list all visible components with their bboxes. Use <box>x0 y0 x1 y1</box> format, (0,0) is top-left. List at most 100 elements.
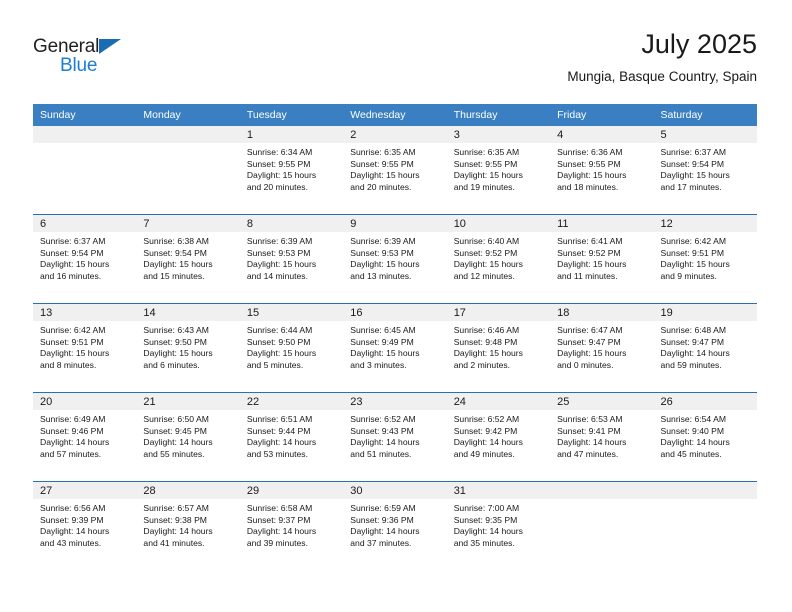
calendar-day-cell[interactable]: 25 Sunrise: 6:53 AM Sunset: 9:41 PM Dayligh… <box>550 392 654 482</box>
day-cell-inner: 26 Sunrise: 6:54 AM Sunset: 9:40 PM Dayligh… <box>653 393 757 481</box>
sunrise-text: Sunrise: 6:42 AM <box>40 325 106 335</box>
calendar-day-cell[interactable]: 18 Sunrise: 6:47 AM Sunset: 9:47 PM Dayligh… <box>550 303 654 393</box>
sunset-text: Sunset: 9:55 PM <box>246 158 311 169</box>
sunset-text: Sunset: 9:41 PM <box>557 425 621 436</box>
daylight-text-line1: Daylight: 15 hours <box>246 348 317 359</box>
day-details: Sunrise: 6:35 AM Sunset: 9:55 PM Daylight:… <box>447 143 550 193</box>
sunrise-text: Sunrise: 6:56 AM <box>40 503 106 513</box>
weekday-header-friday: Friday <box>550 104 654 126</box>
calendar-day-cell[interactable]: 29 Sunrise: 6:58 AM Sunset: 9:37 PM Dayligh… <box>239 481 344 570</box>
daylight-text-line2: and 20 minutes. <box>246 181 308 192</box>
daylight-text-line2: and 11 minutes. <box>557 270 618 281</box>
daylight-text-line1: Daylight: 14 hours <box>246 437 317 448</box>
calendar-day-cell[interactable]: 16 Sunrise: 6:45 AM Sunset: 9:49 PM Dayligh… <box>343 303 447 393</box>
daylight-text-line2: and 9 minutes. <box>660 270 717 281</box>
day-number <box>136 126 239 128</box>
day-number: 9 <box>350 218 357 230</box>
sunset-text: Sunset: 9:46 PM <box>40 425 104 436</box>
sunrise-text: Sunrise: 6:35 AM <box>453 147 520 157</box>
day-details: Sunrise: 6:57 AM Sunset: 9:38 PM Daylight:… <box>136 499 239 549</box>
title-block: July 2025 Mungia, Basque Country, Spain <box>567 28 757 85</box>
page-title: July 2025 <box>641 29 757 59</box>
calendar-day-cell[interactable]: 10 Sunrise: 6:40 AM Sunset: 9:52 PM Dayligh… <box>446 214 551 304</box>
calendar-day-cell[interactable]: 6 Sunrise: 6:37 AM Sunset: 9:54 PM Daylight… <box>33 214 137 304</box>
calendar-week-row: 6 Sunrise: 6:37 AM Sunset: 9:54 PM Daylight… <box>33 214 757 304</box>
day-cell-inner: 22 Sunrise: 6:51 AM Sunset: 9:44 PM Dayligh… <box>239 393 344 481</box>
calendar-day-cell[interactable]: 27 Sunrise: 6:56 AM Sunset: 9:39 PM Dayligh… <box>33 481 137 570</box>
sunrise-text: Sunrise: 6:45 AM <box>350 325 416 335</box>
daylight-text-line2: and 55 minutes. <box>143 448 205 459</box>
calendar-day-cell[interactable]: 26 Sunrise: 6:54 AM Sunset: 9:40 PM Dayligh… <box>653 392 757 482</box>
calendar-day-cell[interactable]: 9 Sunrise: 6:39 AM Sunset: 9:53 PM Daylight… <box>343 214 447 304</box>
sunrise-text: Sunrise: 6:53 AM <box>557 414 623 424</box>
calendar-day-cell[interactable]: 12 Sunrise: 6:42 AM Sunset: 9:51 PM Dayligh… <box>653 214 757 304</box>
day-number: 22 <box>246 396 260 408</box>
day-details: Sunrise: 6:38 AM Sunset: 9:54 PM Daylight:… <box>136 232 239 282</box>
calendar-day-cell[interactable]: 11 Sunrise: 6:41 AM Sunset: 9:52 PM Dayligh… <box>550 214 654 304</box>
logo-triangle-icon <box>99 39 121 54</box>
day-number: 20 <box>40 396 53 408</box>
calendar-day-cell[interactable]: 13 Sunrise: 6:42 AM Sunset: 9:51 PM Dayligh… <box>33 303 137 393</box>
calendar-day-cell[interactable]: 21 Sunrise: 6:50 AM Sunset: 9:45 PM Dayligh… <box>136 392 240 482</box>
sunset-text: Sunset: 9:38 PM <box>143 514 207 525</box>
calendar-day-cell[interactable]: 19 Sunrise: 6:48 AM Sunset: 9:47 PM Dayligh… <box>653 303 757 393</box>
sunrise-text: Sunrise: 6:51 AM <box>246 414 313 424</box>
calendar-cell-empty <box>550 481 654 570</box>
daylight-text-line2: and 20 minutes. <box>350 181 412 192</box>
sunrise-text: Sunrise: 6:37 AM <box>660 147 726 157</box>
sunrise-text: Sunrise: 6:52 AM <box>453 414 520 424</box>
calendar-day-cell[interactable]: 17 Sunrise: 6:46 AM Sunset: 9:48 PM Dayligh… <box>446 303 551 393</box>
day-details: Sunrise: 6:34 AM Sunset: 9:55 PM Daylight:… <box>240 143 343 193</box>
calendar-day-cell[interactable]: 3 Sunrise: 6:35 AM Sunset: 9:55 PM Daylight… <box>446 126 551 215</box>
day-details: Sunrise: 6:51 AM Sunset: 9:44 PM Daylight:… <box>240 410 343 460</box>
day-cell-inner: 8 Sunrise: 6:39 AM Sunset: 9:53 PM Daylight… <box>239 215 344 303</box>
day-cell-inner: 13 Sunrise: 6:42 AM Sunset: 9:51 PM Dayligh… <box>33 304 137 392</box>
day-number-band <box>136 126 240 143</box>
calendar-header-row: Sunday Monday Tuesday Wednesday Thursday… <box>33 104 757 126</box>
calendar-week-row: 20 Sunrise: 6:49 AM Sunset: 9:46 PM Dayligh… <box>33 392 757 482</box>
calendar-cell-empty <box>33 126 137 215</box>
calendar-day-cell[interactable]: 22 Sunrise: 6:51 AM Sunset: 9:44 PM Dayligh… <box>239 392 344 482</box>
sunrise-text: Sunrise: 6:39 AM <box>350 236 416 246</box>
day-number: 12 <box>660 218 673 230</box>
day-number: 10 <box>453 218 466 230</box>
calendar-day-cell[interactable]: 5 Sunrise: 6:37 AM Sunset: 9:54 PM Daylight… <box>653 126 757 215</box>
day-cell-inner <box>550 482 654 570</box>
day-number: 17 <box>453 307 466 319</box>
calendar-day-cell[interactable]: 31 Sunrise: 7:00 AM Sunset: 9:35 PM Dayligh… <box>446 481 551 570</box>
daylight-text-line2: and 18 minutes. <box>557 181 619 192</box>
calendar-day-cell[interactable]: 1 Sunrise: 6:34 AM Sunset: 9:55 PM Daylight… <box>239 126 344 215</box>
day-details: Sunrise: 6:40 AM Sunset: 9:52 PM Daylight:… <box>447 232 550 282</box>
calendar-day-cell[interactable]: 15 Sunrise: 6:44 AM Sunset: 9:50 PM Dayligh… <box>239 303 344 393</box>
sunrise-text: Sunrise: 6:50 AM <box>143 414 209 424</box>
day-cell-inner: 18 Sunrise: 6:47 AM Sunset: 9:47 PM Dayligh… <box>550 304 654 392</box>
day-cell-inner: 11 Sunrise: 6:41 AM Sunset: 9:52 PM Dayligh… <box>550 215 654 303</box>
day-number: 14 <box>143 307 156 319</box>
calendar-day-cell[interactable]: 2 Sunrise: 6:35 AM Sunset: 9:55 PM Daylight… <box>343 126 447 215</box>
calendar-day-cell[interactable]: 8 Sunrise: 6:39 AM Sunset: 9:53 PM Daylight… <box>239 214 344 304</box>
day-number: 26 <box>660 396 673 408</box>
day-number: 30 <box>350 485 363 497</box>
calendar-day-cell[interactable]: 30 Sunrise: 6:59 AM Sunset: 9:36 PM Dayligh… <box>343 481 447 570</box>
calendar-day-cell[interactable]: 28 Sunrise: 6:57 AM Sunset: 9:38 PM Dayligh… <box>136 481 240 570</box>
daylight-text-line2: and 47 minutes. <box>557 448 619 459</box>
calendar-day-cell[interactable]: 7 Sunrise: 6:38 AM Sunset: 9:54 PM Daylight… <box>136 214 240 304</box>
day-cell-inner: 9 Sunrise: 6:39 AM Sunset: 9:53 PM Daylight… <box>343 215 447 303</box>
calendar-cell-empty <box>653 481 757 570</box>
calendar-week-row: 13 Sunrise: 6:42 AM Sunset: 9:51 PM Dayligh… <box>33 303 757 393</box>
daylight-text-line2: and 15 minutes. <box>143 270 205 281</box>
calendar-table: Sunday Monday Tuesday Wednesday Thursday… <box>33 104 757 570</box>
day-number-band: 9 <box>343 215 447 232</box>
daylight-text-line1: Daylight: 15 hours <box>557 259 627 270</box>
calendar-day-cell[interactable]: 20 Sunrise: 6:49 AM Sunset: 9:46 PM Dayligh… <box>33 392 137 482</box>
day-number-band <box>653 482 757 499</box>
calendar-day-cell[interactable]: 4 Sunrise: 6:36 AM Sunset: 9:55 PM Daylight… <box>550 126 654 215</box>
generalblue-logo[interactable]: General Blue <box>33 36 153 84</box>
calendar-day-cell[interactable]: 23 Sunrise: 6:52 AM Sunset: 9:43 PM Dayligh… <box>343 392 447 482</box>
calendar-day-cell[interactable]: 14 Sunrise: 6:43 AM Sunset: 9:50 PM Dayligh… <box>136 303 240 393</box>
day-number: 2 <box>350 129 357 141</box>
calendar-day-cell[interactable]: 24 Sunrise: 6:52 AM Sunset: 9:42 PM Dayligh… <box>446 392 551 482</box>
daylight-text-line2: and 8 minutes. <box>40 359 97 370</box>
day-details: Sunrise: 6:43 AM Sunset: 9:50 PM Daylight:… <box>136 321 239 371</box>
day-cell-inner: 7 Sunrise: 6:38 AM Sunset: 9:54 PM Daylight… <box>136 215 240 303</box>
